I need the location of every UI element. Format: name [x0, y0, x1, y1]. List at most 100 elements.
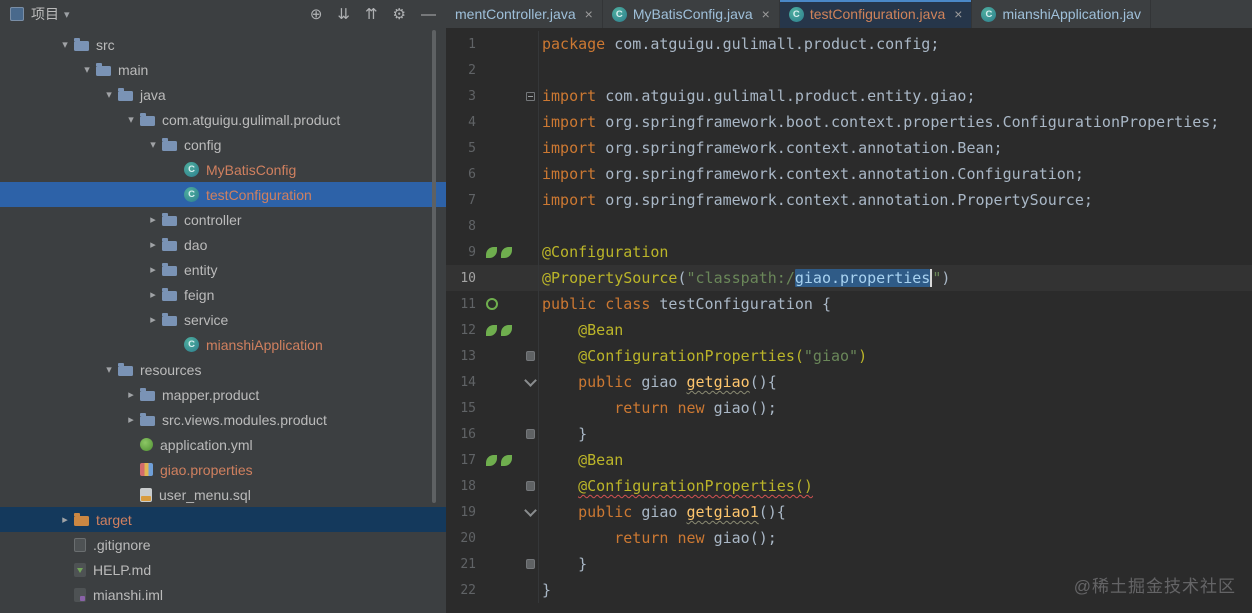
tree-item-java[interactable]: ▾ java	[0, 82, 446, 107]
chevron-down-icon[interactable]: ▾	[122, 113, 140, 126]
tab-testconfiguration-java[interactable]: CtestConfiguration.java ×	[779, 0, 973, 28]
tree-item-entity[interactable]: ▸ entity	[0, 257, 446, 282]
code-line-19[interactable]: 19 public giao getgiao1(){	[446, 499, 1252, 525]
tree-item-label: entity	[184, 261, 218, 278]
tree-item-mynw[interactable]: mynw	[0, 607, 446, 613]
project-selector-label[interactable]: 项目	[31, 4, 59, 24]
tree-item-feign[interactable]: ▸ feign	[0, 282, 446, 307]
chevron-right-icon[interactable]: ▸	[56, 513, 74, 526]
tree-item-mianshi-iml[interactable]: mianshi.iml	[0, 582, 446, 607]
tree-item-application-yml[interactable]: application.yml	[0, 432, 446, 457]
line-number: 2	[468, 62, 476, 78]
expand-all-icon[interactable]: ⇈	[365, 7, 378, 22]
chevron-right-icon[interactable]: ▸	[144, 288, 162, 301]
folder-icon	[118, 88, 133, 101]
code-line-13[interactable]: 13 @ConfigurationProperties("giao")	[446, 343, 1252, 369]
code-line-10[interactable]: 10 @PropertySource("classpath:/giao.prope…	[446, 265, 1252, 291]
close-icon[interactable]: ×	[954, 6, 962, 22]
code-line-7[interactable]: 7 import org.springframework.context.anno…	[446, 187, 1252, 213]
spring-gutter-icon[interactable]	[486, 246, 497, 258]
code-line-11[interactable]: 11 public class testConfiguration {	[446, 291, 1252, 317]
code-line-16[interactable]: 16 }	[446, 421, 1252, 447]
code-line-9[interactable]: 9 @Configuration	[446, 239, 1252, 265]
code-line-2[interactable]: 2	[446, 57, 1252, 83]
spring-gutter-icon[interactable]	[501, 246, 512, 258]
folder-icon	[140, 388, 155, 401]
code-line-3[interactable]: 3 import com.atguigu.gulimall.product.ent…	[446, 83, 1252, 109]
line-number: 20	[460, 530, 476, 546]
chevron-down-icon[interactable]: ▾	[100, 363, 118, 376]
code-line-6[interactable]: 6 import org.springframework.context.anno…	[446, 161, 1252, 187]
tree-item-controller[interactable]: ▸ controller	[0, 207, 446, 232]
spring-gutter-icon[interactable]	[501, 324, 512, 336]
chevron-down-icon[interactable]: ▾	[56, 38, 74, 51]
tree-item-resources[interactable]: ▾ resources	[0, 357, 446, 382]
tree-scrollbar[interactable]	[432, 30, 436, 503]
chevron-down-icon[interactable]: ▾	[100, 88, 118, 101]
chevron-right-icon[interactable]: ▸	[144, 213, 162, 226]
code-line-17[interactable]: 17 @Bean	[446, 447, 1252, 473]
tree-item-mapper-product[interactable]: ▸ mapper.product	[0, 382, 446, 407]
folder-icon	[140, 113, 155, 126]
tree-item-testconfiguration[interactable]: CtestConfiguration	[0, 182, 446, 207]
chevron-right-icon[interactable]: ▸	[144, 238, 162, 251]
fold-column	[522, 265, 539, 291]
locate-file-icon[interactable]: ⊕	[310, 7, 323, 22]
spring-gutter-icon[interactable]	[486, 324, 497, 336]
tree-item-label: config	[184, 136, 222, 153]
line-number: 12	[460, 322, 476, 338]
tab-mianshiapplication-jav[interactable]: CmianshiApplication.jav	[972, 0, 1151, 28]
code-line-8[interactable]: 8	[446, 213, 1252, 239]
tree-item-src-views-modules-product[interactable]: ▸ src.views.modules.product	[0, 407, 446, 432]
chevron-right-icon[interactable]: ▸	[122, 388, 140, 401]
chevron-down-icon[interactable]: ▾	[78, 63, 96, 76]
fold-marker-icon[interactable]	[525, 559, 535, 569]
code-line-5[interactable]: 5 import org.springframework.context.anno…	[446, 135, 1252, 161]
chevron-right-icon[interactable]: ▸	[144, 313, 162, 326]
chevron-right-icon[interactable]: ▸	[122, 413, 140, 426]
spring-gutter-icon[interactable]	[486, 454, 497, 466]
tree-item--gitignore[interactable]: .gitignore	[0, 532, 446, 557]
collapse-all-icon[interactable]: ⇊	[337, 7, 350, 22]
code-line-20[interactable]: 20 return new giao();	[446, 525, 1252, 551]
bean-gutter-icon[interactable]	[486, 298, 498, 310]
fold-marker-icon[interactable]	[523, 503, 537, 517]
spring-gutter-icon[interactable]	[501, 454, 512, 466]
code-line-14[interactable]: 14 public giao getgiao(){	[446, 369, 1252, 395]
code-line-1[interactable]: 1 package com.atguigu.gulimall.product.co…	[446, 31, 1252, 57]
fold-marker-icon[interactable]	[525, 481, 535, 491]
hide-panel-icon[interactable]: —	[421, 7, 436, 22]
folder-icon	[74, 38, 89, 51]
fold-marker-icon[interactable]	[525, 429, 535, 439]
code-line-4[interactable]: 4 import org.springframework.boot.context…	[446, 109, 1252, 135]
line-number: 10	[460, 270, 476, 286]
tree-item-mianshiapplication[interactable]: CmianshiApplication	[0, 332, 446, 357]
tree-item-service[interactable]: ▸ service	[0, 307, 446, 332]
tree-item-help-md[interactable]: HELP.md	[0, 557, 446, 582]
tree-item-main[interactable]: ▾ main	[0, 57, 446, 82]
tab-mentcontroller-java[interactable]: mentController.java ×	[446, 0, 603, 28]
gutter-icons	[482, 454, 522, 466]
code-line-15[interactable]: 15 return new giao();	[446, 395, 1252, 421]
chevron-down-icon[interactable]: ▾	[144, 138, 162, 151]
code-line-18[interactable]: 18 @ConfigurationProperties()	[446, 473, 1252, 499]
settings-icon[interactable]: ⚙	[393, 7, 406, 22]
chevron-right-icon[interactable]: ▸	[144, 263, 162, 276]
fold-marker-icon[interactable]	[525, 351, 535, 361]
tree-item-user-menu-sql[interactable]: user_menu.sql	[0, 482, 446, 507]
chevron-down-icon[interactable]: ▾	[64, 8, 70, 21]
tree-item-giao-properties[interactable]: giao.properties	[0, 457, 446, 482]
fold-marker-icon[interactable]	[525, 91, 535, 101]
code-line-12[interactable]: 12 @Bean	[446, 317, 1252, 343]
tree-item-mybatisconfig[interactable]: C MyBatisConfig	[0, 157, 446, 182]
close-icon[interactable]: ×	[762, 6, 770, 22]
tree-item-config[interactable]: ▾ config	[0, 132, 446, 157]
tree-item-com-atguigu-gulimall-product[interactable]: ▾ com.atguigu.gulimall.product	[0, 107, 446, 132]
tab-mybatisconfig-java[interactable]: C MyBatisConfig.java ×	[603, 0, 780, 28]
gitignore-icon	[74, 537, 86, 552]
fold-marker-icon[interactable]	[523, 373, 537, 387]
tree-item-target[interactable]: ▸ target	[0, 507, 446, 532]
tree-item-dao[interactable]: ▸ dao	[0, 232, 446, 257]
close-icon[interactable]: ×	[585, 6, 593, 22]
tree-item-src[interactable]: ▾ src	[0, 32, 446, 57]
